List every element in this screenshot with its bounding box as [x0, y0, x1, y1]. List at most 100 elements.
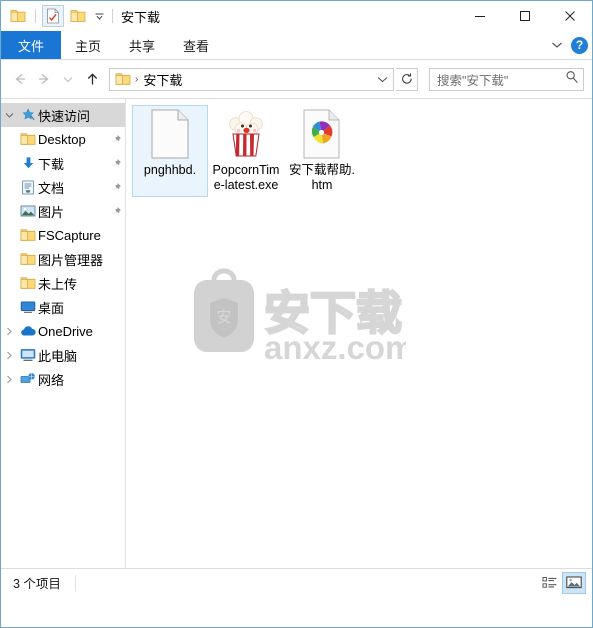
- file-name-label: 安下载帮助.htm: [289, 163, 355, 192]
- sidebar-item-label: 网络: [38, 372, 65, 388]
- tab-share[interactable]: 共享: [115, 31, 169, 59]
- expander-chevron-icon[interactable]: [1, 351, 18, 360]
- sidebar-item-label: 快速访问: [38, 108, 91, 124]
- title-separator: [112, 9, 113, 23]
- file-explorer-window: 安下载 文件 主页 共享 查看 ? › 安下载 搜索"安下载" 快速访问 Des…: [0, 0, 593, 628]
- chevron-down-icon[interactable]: [551, 36, 563, 54]
- expander-chevron-icon[interactable]: [1, 327, 18, 336]
- popcorn-icon: [223, 108, 269, 160]
- forward-button[interactable]: [33, 66, 55, 92]
- star-pin-icon: [18, 107, 38, 123]
- file-item-anxz-help[interactable]: 安下载帮助.htm: [284, 105, 360, 197]
- sidebar-item-network[interactable]: 网络: [1, 367, 125, 391]
- navigation-pane: 快速访问 Desktop 下载 文档 图片 FSCapture 图片管理器 未上…: [1, 99, 126, 568]
- folder-icon[interactable]: [7, 5, 29, 27]
- quick-access-toolbar: [7, 5, 116, 27]
- minimize-button[interactable]: [457, 1, 502, 30]
- help-button[interactable]: ?: [571, 36, 588, 54]
- watermark-brand-text: 安下载: [264, 287, 402, 339]
- site-watermark: 安 安下载 anxz.com: [176, 267, 414, 367]
- pin-icon[interactable]: [107, 134, 125, 145]
- sidebar-item-desktop-zh[interactable]: 桌面: [1, 295, 125, 319]
- tab-view[interactable]: 查看: [169, 31, 223, 59]
- back-button[interactable]: [9, 66, 31, 92]
- close-button[interactable]: [547, 1, 592, 30]
- folder-icon: [18, 228, 38, 242]
- item-count-label: 3 个项目: [13, 577, 61, 591]
- toolbar-separator: [35, 9, 36, 23]
- search-input[interactable]: 搜索"安下载": [437, 70, 565, 89]
- sidebar-item-desktop-en[interactable]: Desktop: [1, 127, 125, 151]
- file-name-label: PopcornTime-latest.exe: [212, 163, 280, 192]
- sidebar-item-label: FSCapture: [38, 227, 101, 243]
- explorer-body: 快速访问 Desktop 下载 文档 图片 FSCapture 图片管理器 未上…: [1, 98, 592, 568]
- file-grid: pnghhbd. PopcornTime-latest.exe 安下载帮助.ht…: [126, 99, 592, 197]
- documents-icon: [18, 180, 38, 195]
- sidebar-item-documents[interactable]: 文档: [1, 175, 125, 199]
- sidebar-item-label: Desktop: [38, 131, 86, 147]
- watermark-logo: 安: [194, 268, 254, 352]
- desktop-icon: [18, 300, 38, 314]
- file-item-pnghhbd[interactable]: pnghhbd.: [132, 105, 208, 197]
- network-icon: [18, 372, 38, 386]
- sidebar-item-label: 桌面: [38, 300, 65, 316]
- sidebar-item-fscapture[interactable]: FSCapture: [1, 223, 125, 247]
- customize-toolbar-caret-icon[interactable]: [92, 5, 106, 27]
- expander-chevron-icon[interactable]: [1, 112, 18, 119]
- address-bar[interactable]: › 安下载: [109, 67, 394, 91]
- breadcrumb-path[interactable]: 安下载: [143, 70, 374, 89]
- search-box[interactable]: 搜索"安下载": [429, 67, 584, 91]
- up-button[interactable]: [81, 66, 103, 92]
- pin-icon[interactable]: [107, 182, 125, 193]
- status-bar: 3 个项目: [1, 568, 592, 596]
- file-item-popcorntime[interactable]: PopcornTime-latest.exe: [208, 105, 284, 197]
- pin-icon[interactable]: [107, 158, 125, 169]
- tab-home[interactable]: 主页: [61, 31, 115, 59]
- sidebar-item-label: 未上传: [38, 276, 78, 292]
- sidebar-item-not-uploaded[interactable]: 未上传: [1, 271, 125, 295]
- folder-icon: [18, 132, 38, 146]
- sidebar-item-this-pc[interactable]: 此电脑: [1, 343, 125, 367]
- watermark-site-text: anxz.com: [264, 329, 406, 366]
- pin-icon[interactable]: [107, 206, 125, 217]
- sidebar-item-label: 下载: [38, 156, 65, 172]
- recent-locations-caret-icon[interactable]: [57, 66, 79, 92]
- search-icon[interactable]: [565, 70, 579, 89]
- details-view-button[interactable]: [538, 572, 562, 594]
- sidebar-item-label: 图片: [38, 204, 65, 220]
- ribbon-right-controls: ?: [551, 31, 588, 59]
- address-dropdown-caret-icon[interactable]: [374, 76, 390, 83]
- large-icons-view-button[interactable]: [562, 571, 586, 594]
- pictures-icon: [18, 204, 38, 218]
- download-icon: [18, 156, 38, 171]
- cloud-icon: [18, 325, 38, 337]
- sidebar-item-onedrive[interactable]: OneDrive: [1, 319, 125, 343]
- sidebar-item-image-manager[interactable]: 图片管理器: [1, 247, 125, 271]
- folder-icon: [18, 252, 38, 266]
- svg-text:安: 安: [216, 309, 231, 326]
- blank-document-icon: [150, 108, 190, 160]
- status-divider: [74, 574, 76, 591]
- refresh-button[interactable]: [396, 67, 418, 91]
- address-bar-row: › 安下载 搜索"安下载": [1, 60, 592, 98]
- sidebar-item-pictures[interactable]: 图片: [1, 199, 125, 223]
- sidebar-item-downloads[interactable]: 下载: [1, 151, 125, 175]
- title-bar: 安下载: [1, 1, 592, 31]
- properties-icon[interactable]: [42, 5, 64, 27]
- file-list-pane[interactable]: pnghhbd. PopcornTime-latest.exe 安下载帮助.ht…: [126, 99, 592, 568]
- breadcrumb-separator[interactable]: ›: [135, 74, 138, 85]
- window-controls: [457, 1, 592, 30]
- file-name-label: pnghhbd.: [143, 163, 197, 177]
- sidebar-item-label: OneDrive: [38, 323, 93, 339]
- maximize-button[interactable]: [502, 1, 547, 30]
- computer-icon: [18, 348, 38, 362]
- new-folder-icon[interactable]: [67, 5, 89, 27]
- html-document-icon: [301, 108, 343, 160]
- tab-file[interactable]: 文件: [1, 31, 62, 59]
- sidebar-item-label: 此电脑: [38, 348, 78, 364]
- expander-chevron-icon[interactable]: [1, 375, 18, 384]
- sidebar-item-quick-access[interactable]: 快速访问: [1, 103, 125, 127]
- window-title: 安下载: [121, 9, 161, 25]
- sidebar-item-label: 图片管理器: [38, 252, 104, 268]
- folder-icon: [18, 276, 38, 290]
